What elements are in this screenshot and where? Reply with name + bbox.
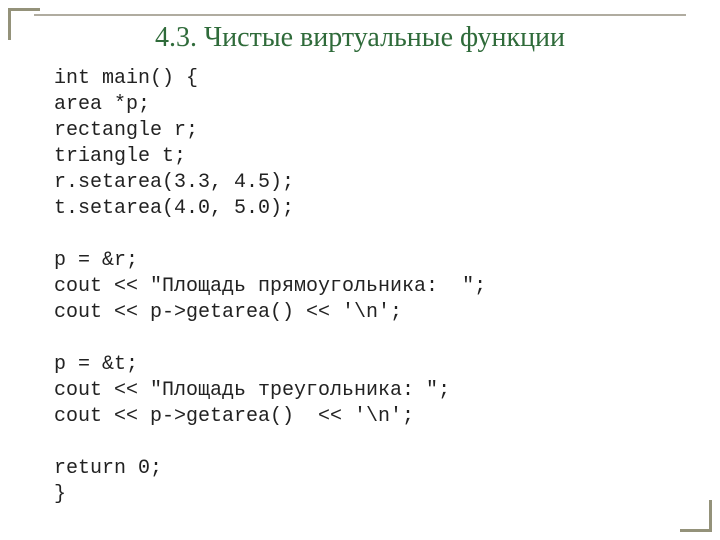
- slide: 4.3. Чистые виртуальные функции int main…: [0, 0, 720, 540]
- horizontal-rule: [34, 14, 686, 16]
- slide-title: 4.3. Чистые виртуальные функции: [0, 22, 720, 54]
- corner-decoration-bottom-right: [680, 500, 712, 532]
- code-block: int main() { area *p; rectangle r; trian…: [54, 66, 486, 508]
